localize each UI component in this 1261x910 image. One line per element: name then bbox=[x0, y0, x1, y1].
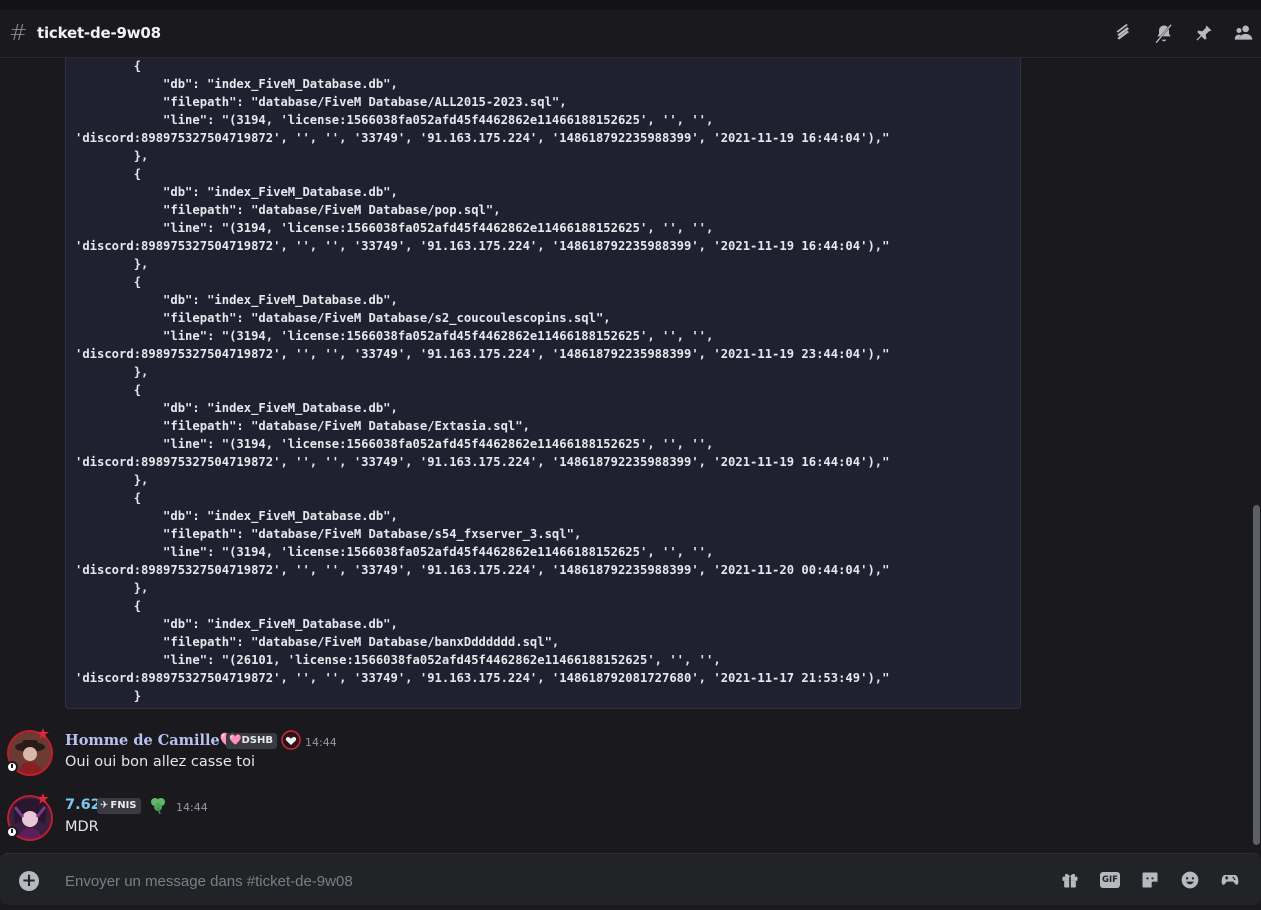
pin-icon[interactable] bbox=[1193, 22, 1215, 44]
sticker-icon[interactable] bbox=[1139, 869, 1161, 891]
gif-icon[interactable]: GIF bbox=[1099, 869, 1121, 891]
username[interactable]: 7.62 bbox=[65, 797, 101, 813]
threads-icon[interactable] bbox=[1113, 22, 1135, 44]
status-indicator bbox=[6, 826, 18, 838]
code-line: 'discord:898975327504719872', '', '', '3… bbox=[75, 131, 890, 145]
code-line: "db": "index_FiveM_Database.db", bbox=[75, 185, 398, 199]
code-line: "line": "(3194, 'license:1566038fa052afd… bbox=[75, 113, 714, 127]
code-line: "db": "index_FiveM_Database.db", bbox=[75, 293, 398, 307]
star-decoration-icon bbox=[37, 728, 49, 739]
code-line: }, bbox=[75, 149, 149, 163]
gif-label: GIF bbox=[1100, 872, 1120, 888]
clover-badge-icon[interactable] bbox=[148, 795, 168, 815]
code-line: "filepath": "database/FiveM Database/s54… bbox=[75, 527, 582, 541]
username[interactable]: Homme de Camille🩷 bbox=[65, 732, 238, 749]
gift-icon[interactable] bbox=[1059, 869, 1081, 891]
bottom-strip bbox=[0, 905, 1261, 910]
emoji-icon[interactable] bbox=[1179, 869, 1201, 891]
code-line: 'discord:898975327504719872', '', '', '3… bbox=[75, 239, 890, 253]
channel-header: # ticket-de-9w08 bbox=[0, 10, 1261, 58]
message-content: MDR bbox=[65, 819, 99, 835]
message-input[interactable] bbox=[65, 871, 965, 891]
code-line: { bbox=[75, 383, 142, 397]
star-decoration-icon bbox=[37, 793, 49, 804]
title-bar bbox=[0, 0, 1261, 10]
code-line: { bbox=[75, 275, 142, 289]
scrollbar-thumb[interactable] bbox=[1253, 505, 1260, 845]
message-timestamp[interactable]: 14:44 bbox=[176, 801, 208, 814]
code-line: { bbox=[75, 167, 142, 181]
code-line: "db": "index_FiveM_Database.db", bbox=[75, 509, 398, 523]
code-line: }, bbox=[75, 581, 149, 595]
activities-icon[interactable] bbox=[1219, 869, 1241, 891]
code-line: "filepath": "database/FiveM Database/pop… bbox=[75, 203, 501, 217]
channel-name: ticket-de-9w08 bbox=[37, 24, 161, 42]
code-line: "line": "(3194, 'license:1566038fa052afd… bbox=[75, 329, 714, 343]
server-tag[interactable]: 🩷DSHB bbox=[226, 733, 277, 749]
code-line: "line": "(26101, 'license:1566038fa052af… bbox=[75, 653, 721, 667]
header-toolbar bbox=[1113, 22, 1255, 44]
tag-heart-icon: 🩷 bbox=[229, 735, 242, 746]
text-channel-icon: # bbox=[9, 21, 28, 46]
code-line: { bbox=[75, 491, 142, 505]
code-line: "line": "(3194, 'license:1566038fa052afd… bbox=[75, 545, 714, 559]
code-line: } bbox=[75, 689, 142, 703]
server-tag[interactable]: ✈ FNIS bbox=[97, 798, 141, 814]
code-line: }, bbox=[75, 365, 149, 379]
code-line: { bbox=[75, 599, 142, 613]
code-line: { bbox=[75, 59, 142, 73]
code-line: 'discord:898975327504719872', '', '', '3… bbox=[75, 455, 890, 469]
code-content: { "db": "index_FiveM_Database.db", "file… bbox=[75, 58, 889, 705]
code-line: "line": "(3194, 'license:1566038fa052afd… bbox=[75, 221, 714, 235]
code-line: "db": "index_FiveM_Database.db", bbox=[75, 617, 398, 631]
code-line: }, bbox=[75, 257, 149, 271]
message-content: Oui oui bon allez casse toi bbox=[65, 754, 255, 770]
code-line: "filepath": "database/FiveM Database/Ext… bbox=[75, 419, 530, 433]
code-block: { "db": "index_FiveM_Database.db", "file… bbox=[65, 58, 1021, 709]
tag-plane-icon: ✈ bbox=[100, 800, 109, 811]
code-line: "filepath": "database/FiveM Database/ban… bbox=[75, 635, 560, 649]
role-badge-icon[interactable] bbox=[281, 730, 301, 750]
message-item: 7.62 ✈ FNIS 14:44 MDR bbox=[0, 793, 1250, 853]
username-text[interactable]: Homme de Camille bbox=[65, 732, 220, 749]
code-line: "db": "index_FiveM_Database.db", bbox=[75, 77, 398, 91]
message-composer: + GIF bbox=[0, 853, 1261, 905]
notification-muted-icon[interactable] bbox=[1153, 22, 1175, 44]
code-line: 'discord:898975327504719872', '', '', '3… bbox=[75, 563, 890, 577]
code-line: "filepath": "database/FiveM Database/s2_… bbox=[75, 311, 611, 325]
code-line: "line": "(3194, 'license:1566038fa052afd… bbox=[75, 437, 714, 451]
message-timestamp[interactable]: 14:44 bbox=[305, 736, 337, 749]
members-icon[interactable] bbox=[1233, 22, 1255, 44]
composer-toolbar: GIF bbox=[1059, 869, 1241, 891]
code-line: 'discord:898975327504719872', '', '', '3… bbox=[75, 347, 890, 361]
add-attachment-icon[interactable]: + bbox=[19, 871, 39, 891]
code-line: }, bbox=[75, 473, 149, 487]
status-indicator bbox=[6, 761, 18, 773]
tag-label: DSHB bbox=[241, 735, 273, 746]
message-item: Homme de Camille🩷 🩷DSHB 14:44 Oui oui bo… bbox=[0, 728, 1250, 790]
tag-label: FNIS bbox=[110, 800, 137, 811]
message-list[interactable]: { "db": "index_FiveM_Database.db", "file… bbox=[0, 58, 1252, 853]
code-line: "filepath": "database/FiveM Database/ALL… bbox=[75, 95, 567, 109]
code-line: "db": "index_FiveM_Database.db", bbox=[75, 401, 398, 415]
code-line: 'discord:898975327504719872', '', '', '3… bbox=[75, 671, 890, 685]
